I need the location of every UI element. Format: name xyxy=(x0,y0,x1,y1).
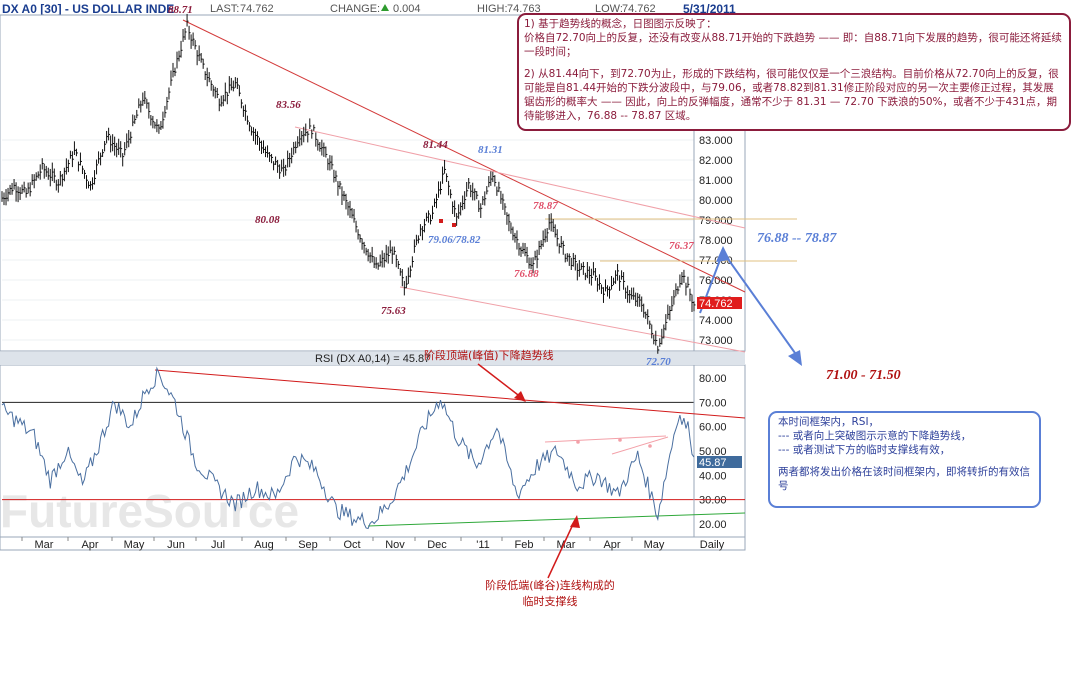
label-81-44: 81.44 xyxy=(423,139,448,151)
last-value: 74.762 xyxy=(240,3,274,15)
label-79-06: 79.06/78.82 xyxy=(428,234,481,246)
x-tick-label: Mar xyxy=(557,539,576,551)
label-88-71: 88.71 xyxy=(168,4,193,16)
label-83-56: 83.56 xyxy=(276,99,301,111)
label-81-31: 81.31 xyxy=(478,144,503,156)
change-label: CHANGE: xyxy=(330,3,380,15)
note1-line1: 1) 基于趋势线的概念，日图图示反映了： xyxy=(524,18,717,30)
note2-line4: 两者都将发出价格在该时间框架内，即将转折的有效信号 xyxy=(778,466,1030,492)
up-arrow-icon xyxy=(381,4,389,11)
price-tick-label: 83.000 xyxy=(699,135,733,147)
note1-line2: 价格自72.70向上的反复，还没有改变从88.71开始的下跌趋势 —— 即：自8… xyxy=(524,32,1062,58)
price-tick-label: 76.000 xyxy=(699,275,733,287)
x-tick-label: Jul xyxy=(211,539,225,551)
x-tick-label: Apr xyxy=(603,539,620,551)
caption-top-trendline: 阶段顶端(峰值)下降趋势线 xyxy=(424,349,554,362)
note2-line1: 本时间框架内，RSI， xyxy=(778,416,880,428)
x-tick-label: Apr xyxy=(81,539,98,551)
last-label: LAST: xyxy=(210,3,239,15)
x-tick-label: Dec xyxy=(427,539,447,551)
label-76-37: 76.37 xyxy=(669,240,694,252)
caption-support-line-1: 阶段低端(峰谷)连线构成的 xyxy=(485,579,615,592)
x-tick-label: May xyxy=(124,539,145,551)
x-tick-label: Daily xyxy=(700,539,725,551)
x-tick-label: Aug xyxy=(254,539,274,551)
high-label: HIGH: xyxy=(477,3,508,15)
pivot-marker xyxy=(439,219,443,223)
price-tick-label: 82.000 xyxy=(699,155,733,167)
rsi-tick-label: 30.00 xyxy=(699,495,727,507)
price-tick-label: 74.000 xyxy=(699,315,733,327)
price-tick-label: 73.000 xyxy=(699,335,733,347)
rsi-marker xyxy=(618,438,622,442)
x-tick-label: Oct xyxy=(343,539,360,551)
rsi-marker xyxy=(648,444,652,448)
price-tick-label: 80.000 xyxy=(699,195,733,207)
last-price-badge-text: 74.762 xyxy=(699,298,733,310)
watermark: FutureSource xyxy=(0,485,299,537)
label-80-08: 80.08 xyxy=(255,214,280,226)
target-zone-down: 71.00 - 71.50 xyxy=(826,368,901,383)
caption-support-line-2: 临时支撑线 xyxy=(522,595,578,608)
x-tick-label: Feb xyxy=(515,539,534,551)
price-tick-label: 81.000 xyxy=(699,175,733,187)
x-tick-label: Sep xyxy=(298,539,318,551)
analysis-note-price: 1) 基于趋势线的概念，日图图示反映了： 价格自72.70向上的反复，还没有改变… xyxy=(517,13,1071,131)
rsi-tick-label: 60.00 xyxy=(699,422,727,434)
label-78-87: 78.87 xyxy=(533,200,558,212)
rsi-title: RSI (DX A0,14) = 45.87 xyxy=(315,353,430,365)
rsi-tick-label: 70.00 xyxy=(699,397,727,409)
rsi-marker xyxy=(576,440,580,444)
label-76-88: 76.88 xyxy=(514,268,539,280)
change-value: 0.004 xyxy=(393,3,421,15)
x-tick-label: '11 xyxy=(476,539,490,551)
x-tick-label: Nov xyxy=(385,539,405,551)
x-tick-label: Mar xyxy=(35,539,54,551)
note2-line2: --- 或者向上突破图示示意的下降趋势线， xyxy=(778,430,972,442)
note2-line3: --- 或者测试下方的临时支撑线有效， xyxy=(778,444,951,456)
rsi-badge-text: 45.87 xyxy=(699,457,727,469)
label-75-63: 75.63 xyxy=(381,305,406,317)
rsi-tick-label: 40.00 xyxy=(699,470,727,482)
chart-symbol-title: DX A0 [30] - US DOLLAR INDE xyxy=(2,2,174,16)
x-tick-label: May xyxy=(644,539,665,551)
caption-support-line: 阶段低端(峰谷)连线构成的 临时支撑线 xyxy=(470,577,630,609)
rsi-tick-label: 20.00 xyxy=(699,519,727,531)
target-zone-up: 76.88 -- 78.87 xyxy=(757,231,837,246)
x-tick-label: Jun xyxy=(167,539,185,551)
note1-line3: 2) 从81.44向下，到72.70为止，形成的下跌结构，很可能仅仅是一个三浪结… xyxy=(524,68,1059,122)
label-72-70: 72.70 xyxy=(646,356,671,368)
rsi-tick-label: 80.00 xyxy=(699,373,727,385)
pivot-marker xyxy=(452,223,456,227)
price-tick-label: 78.000 xyxy=(699,235,733,247)
analysis-note-rsi: 本时间框架内，RSI， --- 或者向上突破图示示意的下降趋势线， --- 或者… xyxy=(768,411,1041,508)
